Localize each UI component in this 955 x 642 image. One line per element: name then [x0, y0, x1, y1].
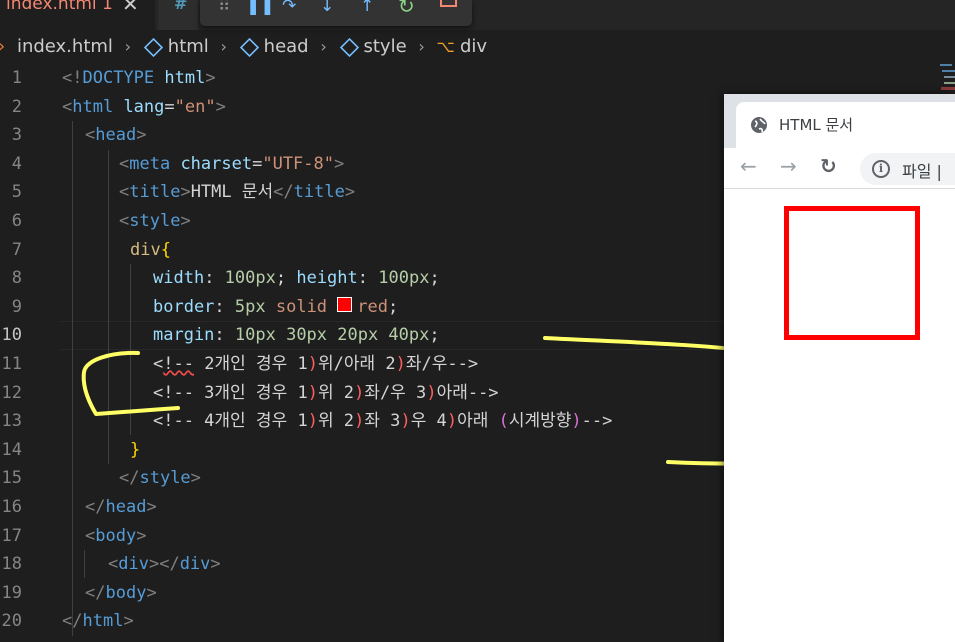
- globe-icon: [751, 117, 767, 133]
- browser-tab[interactable]: HTML 문서: [736, 102, 955, 148]
- color-swatch[interactable]: [337, 297, 353, 313]
- breadcrumb: › index.html › html › head › style › ⌥ di…: [0, 32, 955, 62]
- rendered-div-box: [784, 206, 920, 340]
- symbol-element-icon: [143, 37, 163, 57]
- line-number: 5: [11, 182, 22, 203]
- line-number: 13: [1, 411, 22, 432]
- breadcrumb-item-head[interactable]: head: [264, 32, 309, 62]
- stop-icon[interactable]: [440, 0, 457, 12]
- browser-toolbar: ← → ↻ i 파일 |: [724, 148, 955, 189]
- line-number: 3: [11, 125, 22, 146]
- address-text: 파일 |: [902, 162, 942, 181]
- line-number: 20: [1, 611, 22, 632]
- line-number: 11: [1, 354, 22, 374]
- line-number: 2: [11, 96, 22, 117]
- line-number: 12: [1, 382, 22, 403]
- line-number: 17: [1, 525, 22, 546]
- css-file-icon: #: [174, 0, 188, 13]
- symbol-element-icon: [239, 37, 259, 57]
- browser-tab-strip: HTML 문서: [724, 94, 955, 148]
- drag-handle-icon[interactable]: ⠿: [218, 0, 230, 16]
- line-number: 16: [1, 497, 22, 517]
- line-number: 6: [11, 211, 22, 231]
- forward-icon[interactable]: →: [780, 154, 797, 178]
- tab-label: index.html 1: [6, 0, 113, 14]
- line-number: 15: [1, 468, 22, 489]
- debug-toolbar: ⠿ ❚❚ ↷ ↓ ↑ ↻: [200, 0, 472, 26]
- reload-icon[interactable]: ↻: [820, 154, 837, 178]
- breadcrumb-item-html[interactable]: html: [168, 32, 209, 62]
- symbol-element-icon: [339, 37, 359, 57]
- browser-tab-title: HTML 문서: [779, 116, 854, 134]
- pause-icon[interactable]: ❚❚: [246, 0, 275, 16]
- line-number: 8: [11, 268, 22, 289]
- chevron-right-icon: ›: [418, 37, 425, 56]
- line-number: 9: [11, 296, 22, 317]
- back-icon[interactable]: ←: [740, 154, 757, 178]
- line-number: 19: [1, 582, 22, 603]
- symbol-selector-icon: ⌥: [436, 37, 455, 56]
- breadcrumb-item-style[interactable]: style: [364, 32, 407, 62]
- code-line: 1 <!DOCTYPE html>: [0, 64, 955, 93]
- browser-window: HTML 문서 ← → ↻ i 파일 |: [724, 94, 955, 642]
- tab-css-file[interactable]: #: [158, 0, 198, 30]
- step-out-icon[interactable]: ↑: [360, 0, 374, 16]
- editor-tab-bar: index.html 1 ✕ # ⠿ ❚❚ ↷ ↓ ↑ ↻: [0, 0, 955, 30]
- line-number: 18: [1, 554, 22, 575]
- info-icon[interactable]: i: [872, 160, 890, 178]
- restart-icon[interactable]: ↻: [398, 0, 415, 16]
- html-file-icon: ›: [0, 32, 5, 62]
- breadcrumb-item-div[interactable]: div: [460, 32, 487, 62]
- breadcrumb-item-file[interactable]: index.html: [17, 32, 113, 62]
- close-icon[interactable]: ✕: [122, 0, 139, 16]
- chevron-right-icon: ›: [320, 37, 327, 56]
- line-number: 4: [11, 153, 22, 174]
- line-number: 1: [11, 68, 22, 88]
- chevron-right-icon: ›: [220, 37, 227, 56]
- step-into-icon[interactable]: ↓: [320, 0, 334, 16]
- tab-index-html[interactable]: index.html 1 ✕: [0, 0, 155, 30]
- line-number: 10: [1, 325, 22, 346]
- line-number: 14: [1, 439, 22, 460]
- address-bar[interactable]: i 파일 |: [860, 153, 955, 185]
- chevron-right-icon: ›: [124, 37, 132, 56]
- line-number: 7: [11, 239, 22, 260]
- step-over-icon[interactable]: ↷: [282, 0, 296, 16]
